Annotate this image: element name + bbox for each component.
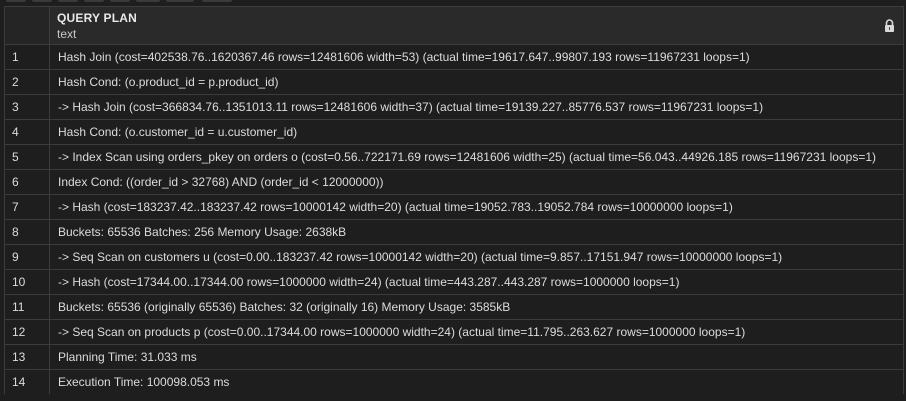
row-number[interactable]: 4: [5, 120, 50, 144]
table-row[interactable]: 12 -> Seq Scan on products p (cost=0.00..…: [5, 320, 903, 345]
row-number[interactable]: 10: [5, 270, 50, 294]
row-number[interactable]: 2: [5, 70, 50, 94]
row-number[interactable]: 6: [5, 170, 50, 194]
query-plan-cell[interactable]: -> Index Scan using orders_pkey on order…: [58, 145, 889, 169]
table-row[interactable]: 14 Execution Time: 100098.053 ms: [5, 370, 903, 395]
row-number[interactable]: 12: [5, 320, 50, 344]
table-row[interactable]: 1 Hash Join (cost=402538.76..1620367.46 r…: [5, 45, 903, 70]
row-number[interactable]: 5: [5, 145, 50, 169]
query-plan-cell[interactable]: Hash Cond: (o.product_id = p.product_id): [58, 70, 889, 94]
row-number[interactable]: 1: [5, 45, 50, 69]
table-row[interactable]: 3 -> Hash Join (cost=366834.76..1351013.1…: [5, 95, 903, 120]
toolbar-tab[interactable]: [136, 0, 160, 2]
table-row[interactable]: 5 -> Index Scan using orders_pkey on orde…: [5, 145, 903, 170]
toolbar-tab[interactable]: [58, 0, 78, 2]
query-plan-cell[interactable]: -> Hash Join (cost=366834.76..1351013.11…: [58, 95, 889, 119]
table-row[interactable]: 6 Index Cond: ((order_id > 32768) AND (or…: [5, 170, 903, 195]
row-number[interactable]: 11: [5, 295, 50, 319]
grid-rows: 1 Hash Join (cost=402538.76..1620367.46 r…: [5, 45, 903, 395]
query-plan-cell[interactable]: Hash Join (cost=402538.76..1620367.46 ro…: [58, 45, 889, 69]
toolbar-tab[interactable]: [110, 0, 130, 2]
toolbar-tab[interactable]: [6, 0, 26, 2]
row-number[interactable]: 13: [5, 345, 50, 369]
table-row[interactable]: 10 -> Hash (cost=17344.00..17344.00 rows=…: [5, 270, 903, 295]
table-row[interactable]: 11 Buckets: 65536 (originally 65536) Batc…: [5, 295, 903, 320]
query-plan-cell[interactable]: -> Hash (cost=183237.42..183237.42 rows=…: [58, 195, 889, 219]
row-number[interactable]: 3: [5, 95, 50, 119]
query-plan-cell[interactable]: -> Hash (cost=17344.00..17344.00 rows=10…: [58, 270, 889, 294]
select-all-corner[interactable]: [5, 7, 50, 44]
toolbar-tab[interactable]: [166, 0, 194, 2]
toolbar-tab[interactable]: [32, 0, 52, 2]
column-header-name[interactable]: QUERY PLAN: [57, 11, 137, 25]
grid-header: QUERY PLAN text: [5, 7, 903, 45]
column-header-type: text: [57, 27, 77, 41]
query-plan-cell[interactable]: Index Cond: ((order_id > 32768) AND (ord…: [58, 170, 889, 194]
query-plan-cell[interactable]: Buckets: 65536 Batches: 256 Memory Usage…: [58, 220, 889, 244]
row-number[interactable]: 9: [5, 245, 50, 269]
row-number[interactable]: 8: [5, 220, 50, 244]
query-plan-cell[interactable]: -> Seq Scan on customers u (cost=0.00..1…: [58, 245, 889, 269]
lock-icon: [885, 19, 894, 32]
table-row[interactable]: 2 Hash Cond: (o.product_id = p.product_id…: [5, 70, 903, 95]
toolbar-tab[interactable]: [202, 0, 232, 2]
table-row[interactable]: 4 Hash Cond: (o.customer_id = u.customer_…: [5, 120, 903, 145]
table-row[interactable]: 8 Buckets: 65536 Batches: 256 Memory Usag…: [5, 220, 903, 245]
query-plan-cell[interactable]: Execution Time: 100098.053 ms: [58, 370, 889, 394]
table-row[interactable]: 7 -> Hash (cost=183237.42..183237.42 rows…: [5, 195, 903, 220]
toolbar-tab[interactable]: [84, 0, 104, 2]
query-plan-cell[interactable]: Buckets: 65536 (originally 65536) Batche…: [58, 295, 889, 319]
query-plan-cell[interactable]: -> Seq Scan on products p (cost=0.00..17…: [58, 320, 889, 344]
row-number[interactable]: 14: [5, 370, 50, 394]
results-grid[interactable]: QUERY PLAN text 1 Hash Join (cost=402538.…: [4, 6, 904, 395]
table-row[interactable]: 9 -> Seq Scan on customers u (cost=0.00..…: [5, 245, 903, 270]
query-plan-cell[interactable]: Planning Time: 31.033 ms: [58, 345, 889, 369]
row-number[interactable]: 7: [5, 195, 50, 219]
query-plan-cell[interactable]: Hash Cond: (o.customer_id = u.customer_i…: [58, 120, 889, 144]
table-row[interactable]: 13 Planning Time: 31.033 ms: [5, 345, 903, 370]
